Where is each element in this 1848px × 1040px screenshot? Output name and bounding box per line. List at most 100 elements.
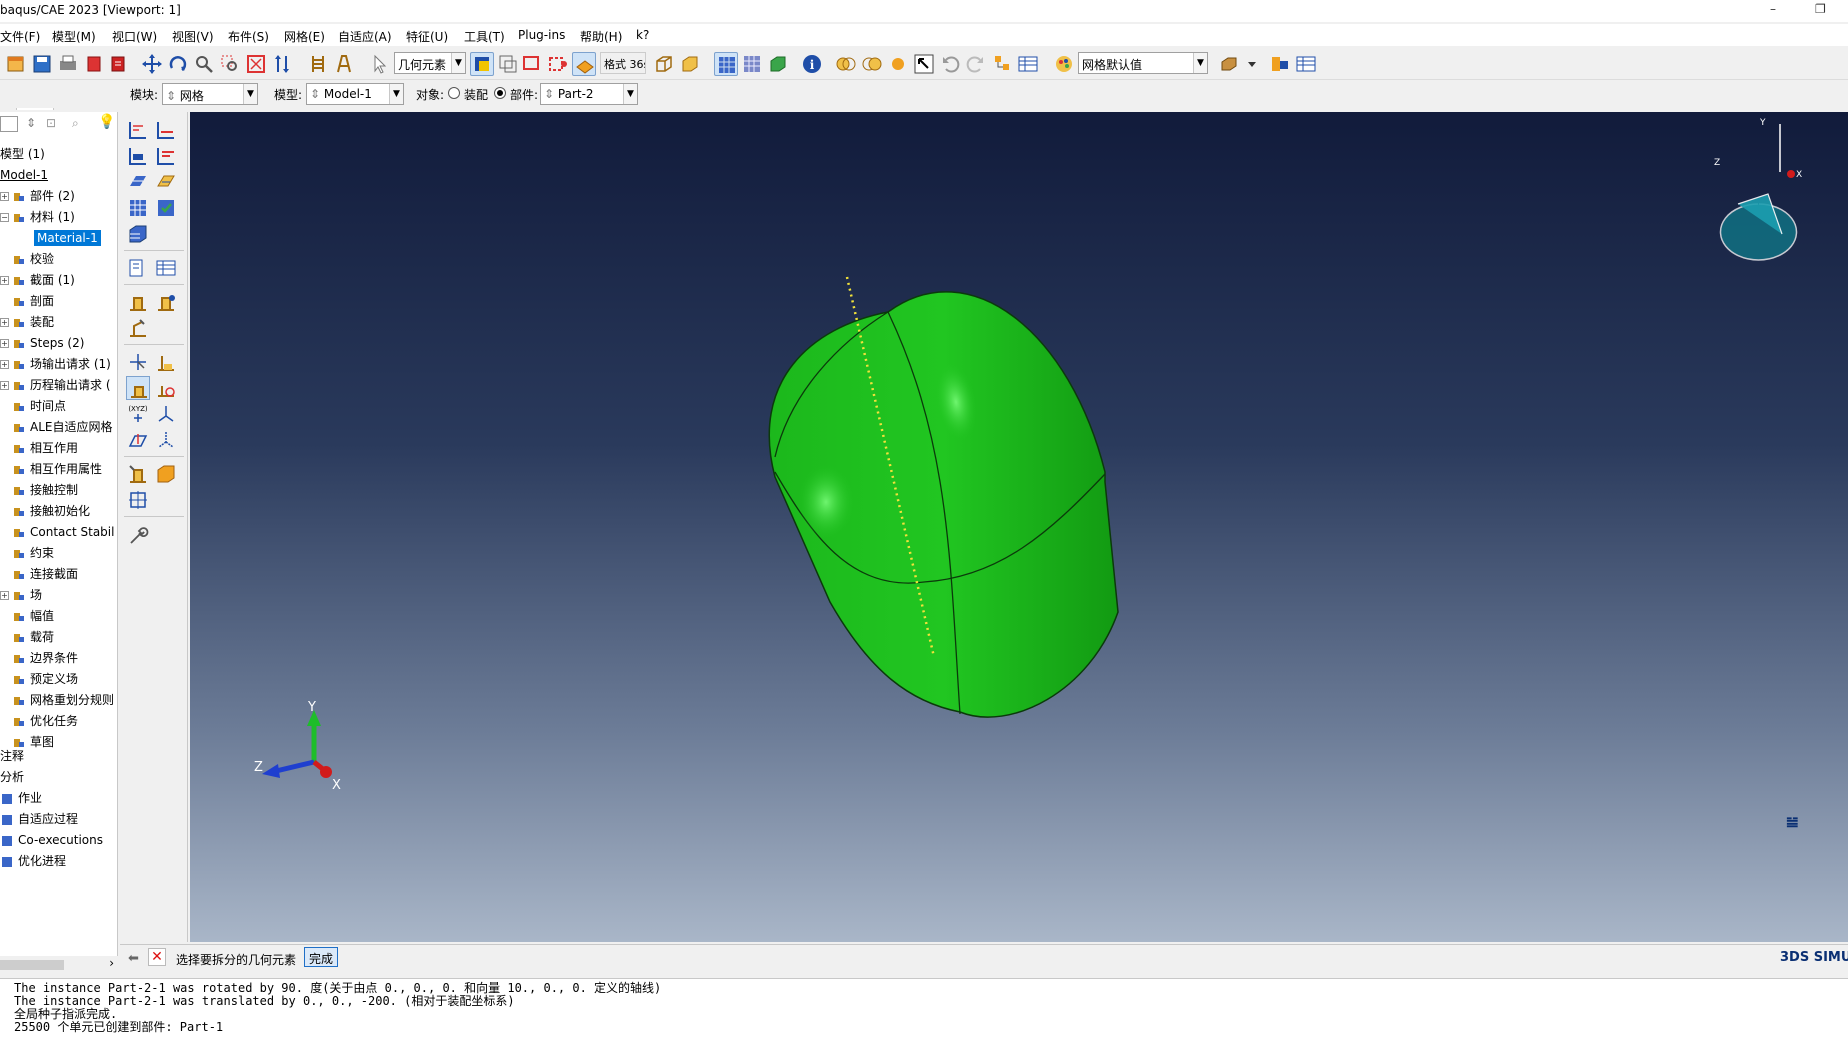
geometry-filter-select[interactable]: 几何元素 ▼ bbox=[394, 52, 466, 74]
tree-item[interactable]: + 场 bbox=[0, 585, 42, 605]
tools-wrench-icon[interactable] bbox=[126, 524, 150, 548]
format-field[interactable]: 格式 36s bbox=[600, 52, 646, 74]
select-crossing-icon[interactable] bbox=[496, 52, 520, 76]
menu-plugins[interactable]: Plug-ins bbox=[518, 28, 565, 42]
datum-point-icon[interactable] bbox=[126, 350, 150, 374]
view-cut-b-icon[interactable] bbox=[860, 52, 884, 76]
tree-expander-icon[interactable]: + bbox=[0, 318, 9, 327]
tree-scrollbar[interactable]: › bbox=[0, 956, 118, 974]
import-icon[interactable] bbox=[82, 52, 106, 76]
expand-icon[interactable]: ⊡ bbox=[46, 116, 56, 130]
datum-plane-icon[interactable] bbox=[126, 428, 150, 452]
radio-part[interactable] bbox=[494, 87, 506, 99]
tree-item[interactable]: ALE自适应网格 bbox=[0, 417, 112, 437]
restore-button[interactable]: ❐ bbox=[1815, 2, 1826, 16]
tree-expander-icon[interactable]: + bbox=[0, 276, 9, 285]
menu-help[interactable]: 帮助(H) bbox=[580, 28, 622, 45]
tree-root[interactable]: 模型 (1) bbox=[0, 144, 45, 164]
redo-icon[interactable] bbox=[964, 52, 988, 76]
tree-item[interactable]: 载荷 bbox=[0, 627, 54, 647]
render-mesh-icon[interactable] bbox=[714, 52, 738, 76]
tree-item[interactable]: 剖面 bbox=[0, 291, 54, 311]
chevron-down-icon[interactable] bbox=[1240, 52, 1256, 76]
mesh-check-icon[interactable] bbox=[154, 196, 178, 220]
tree-item[interactable]: + 历程输出请求 ( bbox=[0, 375, 111, 395]
viewport[interactable]: 𝌡 Y Z X Y Z X bbox=[190, 112, 1848, 942]
query-table-icon[interactable] bbox=[154, 256, 178, 280]
render-hidden-icon[interactable] bbox=[740, 52, 764, 76]
tree-analysis[interactable]: 分析 bbox=[0, 767, 24, 787]
minimize-button[interactable]: – bbox=[1770, 2, 1776, 16]
analysis-item[interactable]: 优化进程 bbox=[0, 851, 66, 871]
table-icon[interactable] bbox=[1294, 52, 1318, 76]
menu-file[interactable]: 文件(F) bbox=[0, 28, 40, 45]
split-edge-icon[interactable] bbox=[154, 376, 178, 400]
done-button[interactable]: 完成 bbox=[304, 947, 339, 967]
repair-icon[interactable] bbox=[126, 488, 150, 512]
assign-stack-icon[interactable] bbox=[126, 256, 150, 280]
delete-seeds-icon[interactable] bbox=[126, 144, 150, 168]
tree-item[interactable]: 幅值 bbox=[0, 606, 54, 626]
solid-box-icon[interactable] bbox=[678, 52, 702, 76]
wire-box-icon[interactable] bbox=[652, 52, 676, 76]
analysis-item[interactable]: Co-executions bbox=[0, 830, 103, 850]
query-info-icon[interactable]: i bbox=[800, 52, 824, 76]
tree-item[interactable]: 网格重划分规则 bbox=[0, 690, 114, 710]
tree-item[interactable]: 边界条件 bbox=[0, 648, 78, 668]
export-icon[interactable] bbox=[106, 52, 130, 76]
partition-edge-icon[interactable] bbox=[154, 290, 178, 314]
select-arrow-icon[interactable] bbox=[368, 52, 392, 76]
datum-triad-icon[interactable] bbox=[154, 402, 178, 426]
menu-context-help[interactable]: k? bbox=[636, 28, 649, 42]
arrow-tool-icon[interactable] bbox=[912, 52, 936, 76]
mesh-part-icon[interactable] bbox=[126, 196, 150, 220]
colors-icon[interactable] bbox=[1052, 52, 1076, 76]
auto-fit-icon[interactable] bbox=[244, 52, 268, 76]
tool-a-icon[interactable] bbox=[306, 52, 330, 76]
datum-csys-icon[interactable]: (XYZ) bbox=[126, 402, 150, 426]
tree-item[interactable]: + 部件 (2) bbox=[0, 186, 75, 206]
combine-faces-icon[interactable] bbox=[154, 462, 178, 486]
menu-tools[interactable]: 工具(T) bbox=[464, 28, 505, 45]
filter-icon[interactable]: ⌕ bbox=[72, 116, 79, 131]
menu-model[interactable]: 模型(M) bbox=[52, 28, 96, 45]
tree-item[interactable]: 约束 bbox=[0, 543, 54, 563]
analysis-item[interactable]: 自适应过程 bbox=[0, 809, 78, 829]
split-geometry-icon[interactable] bbox=[126, 376, 150, 400]
tree-item[interactable]: 接触初始化 bbox=[0, 501, 90, 521]
tree-item[interactable]: + 装配 bbox=[0, 312, 54, 332]
replace-icon[interactable] bbox=[1268, 52, 1292, 76]
tree-expander-icon[interactable]: + bbox=[0, 192, 9, 201]
cancel-x-icon[interactable]: ✕ bbox=[148, 948, 166, 966]
tree-item[interactable]: + Steps (2) bbox=[0, 333, 84, 353]
model-select[interactable]: ⇕ Model-1 ▼ bbox=[306, 83, 404, 105]
datum-axis-icon[interactable] bbox=[154, 350, 178, 374]
mesh-controls-icon[interactable] bbox=[154, 144, 178, 168]
table-icon[interactable] bbox=[1016, 52, 1040, 76]
tool-b-icon[interactable] bbox=[332, 52, 356, 76]
menu-layout[interactable]: 布件(S) bbox=[228, 28, 269, 45]
seed-edges-icon[interactable] bbox=[154, 118, 178, 142]
analysis-item[interactable]: 作业 bbox=[0, 788, 42, 808]
display-group-icon[interactable] bbox=[1218, 52, 1242, 76]
render-shaded-icon[interactable] bbox=[766, 52, 790, 76]
tree-item[interactable]: − 材料 (1) bbox=[0, 207, 75, 227]
tree-model-1[interactable]: Model-1 bbox=[0, 165, 48, 185]
view-orientation-triad[interactable] bbox=[1719, 124, 1798, 261]
menu-adaptivity[interactable]: 自适应(A) bbox=[338, 28, 392, 45]
tree-item[interactable]: 时间点 bbox=[0, 396, 66, 416]
view-cut-a-icon[interactable] bbox=[834, 52, 858, 76]
part-select[interactable]: ⇕ Part-2 ▼ bbox=[540, 83, 638, 105]
verify-mesh-icon[interactable] bbox=[154, 170, 178, 194]
rotate-icon[interactable] bbox=[166, 52, 190, 76]
tree-item[interactable]: 校验 bbox=[0, 249, 54, 269]
tree-item[interactable]: 相互作用属性 bbox=[0, 459, 102, 479]
select-options-icon[interactable] bbox=[546, 52, 570, 76]
tree-expander-icon[interactable]: + bbox=[0, 339, 9, 348]
tree-expander-icon[interactable]: − bbox=[0, 213, 9, 222]
box-zoom-icon[interactable] bbox=[218, 52, 242, 76]
mesh-defaults-select[interactable]: 网格默认值 ▼ bbox=[1078, 52, 1208, 74]
sort-icon[interactable]: ⇕ bbox=[26, 116, 36, 130]
lightbulb-icon[interactable]: 💡 bbox=[98, 114, 115, 130]
tree-expander-icon[interactable]: + bbox=[0, 381, 9, 390]
